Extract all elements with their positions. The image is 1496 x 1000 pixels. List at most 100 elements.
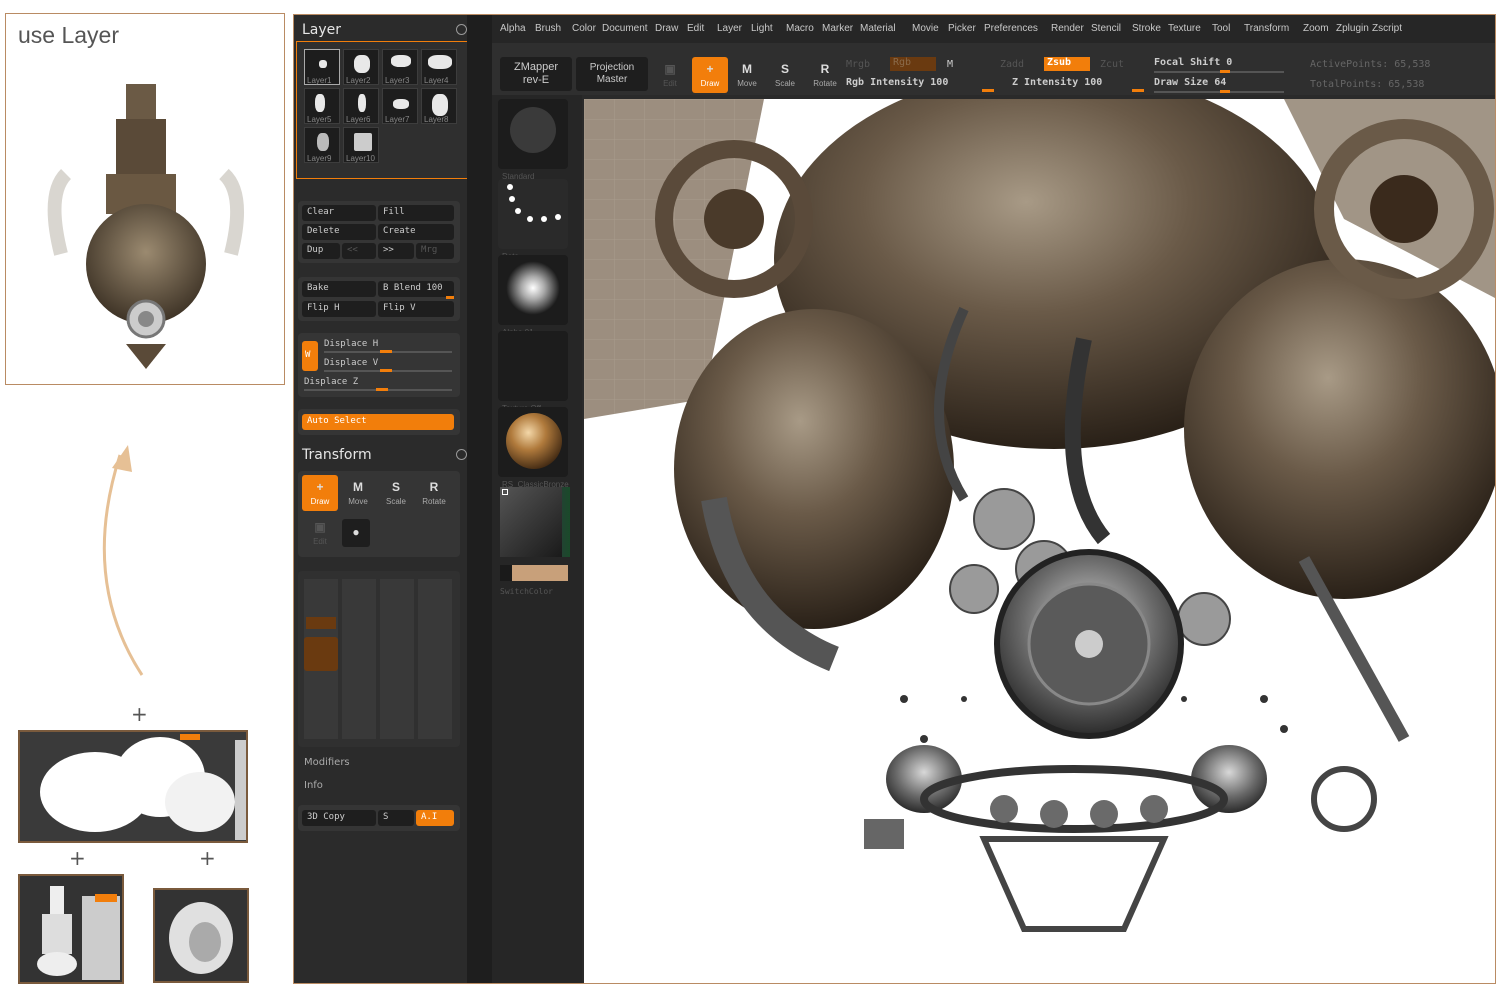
layer-cell[interactable]: Layer2 [343, 49, 379, 85]
scale-button[interactable]: S Scale [378, 475, 414, 511]
menu-item-material[interactable]: Material [860, 23, 896, 34]
color-picker-handle[interactable] [502, 489, 508, 495]
s-button[interactable]: S [378, 810, 414, 826]
prev-layer-button[interactable]: << [342, 243, 376, 259]
menu-item-macro[interactable]: Macro [786, 23, 814, 34]
menu-item-zplugin[interactable]: Zplugin [1336, 23, 1369, 34]
edit-button[interactable]: ▣ Edit [302, 515, 338, 551]
menu-item-zscript[interactable]: Zscript [1372, 23, 1402, 34]
menu-item-layer[interactable]: Layer [717, 23, 742, 34]
ai-button[interactable]: A.I [416, 810, 454, 826]
menu-item-transform[interactable]: Transform [1244, 23, 1289, 34]
draw-size-slider[interactable]: Draw Size 64 [1154, 77, 1226, 88]
layer-cell[interactable]: Layer3 [382, 49, 418, 85]
menu-item-render[interactable]: Render [1051, 23, 1084, 34]
snapshot-button[interactable]: ● [342, 519, 370, 547]
menu-item-tool[interactable]: Tool [1212, 23, 1230, 34]
layer-cell[interactable]: Layer10 [343, 127, 379, 163]
zadd-toggle[interactable]: Zadd [1000, 59, 1024, 70]
info-section[interactable]: Info [304, 780, 323, 791]
auto-select-button[interactable]: Auto Select [302, 414, 454, 430]
clear-button[interactable]: Clear [302, 205, 376, 221]
focal-shift-slider[interactable]: Focal Shift 0 [1154, 57, 1232, 68]
create-button[interactable]: Create [378, 224, 454, 240]
layer-cell[interactable]: Layer7 [382, 88, 418, 124]
edit-mode-button[interactable]: ▣ Edit [652, 57, 688, 93]
rotate-mode-button[interactable]: R Rotate [807, 57, 843, 93]
material-tile[interactable]: RS_ClassicBronze [498, 407, 569, 489]
move-mode-button[interactable]: M Move [729, 57, 765, 93]
scale-mode-button[interactable]: S Scale [767, 57, 803, 93]
layer-cell[interactable]: Layer6 [343, 88, 379, 124]
next-layer-button[interactable]: >> [378, 243, 414, 259]
menu-item-stencil[interactable]: Stencil [1091, 23, 1121, 34]
alpha-tile[interactable]: Alpha 01 [498, 255, 568, 337]
menu-item-marker[interactable]: Marker [822, 23, 853, 34]
layer-cell[interactable]: Layer8 [421, 88, 457, 124]
texture-tile[interactable]: Texture Off [498, 331, 568, 413]
dup-button[interactable]: Dup [302, 243, 340, 259]
tray-divider[interactable] [467, 15, 492, 983]
flip-v-button[interactable]: Flip V [378, 301, 454, 317]
document-canvas[interactable] [584, 99, 1495, 983]
rotate-button[interactable]: R Rotate [416, 475, 452, 511]
menu-item-draw[interactable]: Draw [655, 23, 678, 34]
copy3d-button[interactable]: 3D Copy [302, 810, 376, 826]
rgb-intensity-knob[interactable] [982, 89, 994, 92]
menu-item-color[interactable]: Color [572, 23, 596, 34]
primary-color-swatch[interactable] [500, 565, 512, 581]
displace-v-knob[interactable] [380, 369, 392, 372]
focal-shift-knob[interactable] [1220, 70, 1230, 73]
standard-brush-tile[interactable]: Standard [498, 99, 568, 181]
layer-palette-title[interactable]: Layer [302, 22, 341, 38]
draw-size-knob[interactable] [1220, 90, 1230, 93]
focal-shift-track[interactable] [1154, 71, 1284, 73]
flip-h-button[interactable]: Flip H [302, 301, 376, 317]
menu-item-zoom[interactable]: Zoom [1303, 23, 1329, 34]
zsub-toggle[interactable]: Zsub [1044, 57, 1090, 71]
projection-master-button[interactable]: Projection Master [576, 57, 648, 91]
pin-icon[interactable] [456, 24, 467, 35]
menu-item-brush[interactable]: Brush [535, 23, 561, 34]
zcut-toggle[interactable]: Zcut [1100, 59, 1124, 70]
switch-color-button[interactable]: SwitchColor [500, 587, 553, 596]
fill-button[interactable]: Fill [378, 205, 454, 221]
layer-cell[interactable]: Layer4 [421, 49, 457, 85]
menu-item-preferences[interactable]: Preferences [984, 23, 1038, 34]
displace-h-knob[interactable] [380, 350, 392, 353]
mrgb-toggle[interactable]: Mrgb [846, 59, 870, 70]
menu-item-stroke[interactable]: Stroke [1132, 23, 1161, 34]
m-toggle[interactable]: M [947, 59, 953, 70]
color-picker[interactable] [500, 487, 570, 557]
menu-item-edit[interactable]: Edit [687, 23, 704, 34]
z-intensity-slider[interactable]: Z Intensity 100 [1012, 77, 1102, 88]
layer-cell[interactable]: Layer9 [304, 127, 340, 163]
move-button[interactable]: M Move [340, 475, 376, 511]
bake-button[interactable]: Bake [302, 281, 376, 297]
w-toggle[interactable]: W [302, 341, 318, 371]
displace-z-knob[interactable] [376, 388, 388, 391]
menu-item-alpha[interactable]: Alpha [500, 23, 526, 34]
menu-item-movie[interactable]: Movie [912, 23, 939, 34]
menu-item-texture[interactable]: Texture [1168, 23, 1201, 34]
menu-item-light[interactable]: Light [751, 23, 773, 34]
menu-item-document[interactable]: Document [602, 23, 648, 34]
rgb-intensity-slider[interactable]: Rgb Intensity 100 [846, 77, 948, 88]
dots-stroke-tile[interactable]: Dots [498, 179, 568, 261]
menu-item-picker[interactable]: Picker [948, 23, 976, 34]
draw-button[interactable]: + Draw [302, 475, 338, 511]
layer-cell[interactable]: Layer5 [304, 88, 340, 124]
transform-palette-title[interactable]: Transform [302, 447, 372, 463]
b-blend-slider[interactable]: B Blend 100 [378, 281, 454, 297]
draw-mode-button[interactable]: + Draw [692, 57, 728, 93]
secondary-color-swatch[interactable] [512, 565, 568, 581]
pin-icon[interactable] [456, 449, 467, 460]
modifiers-section[interactable]: Modifiers [304, 757, 350, 768]
z-intensity-knob[interactable] [1132, 89, 1144, 92]
draw-size-track[interactable] [1154, 91, 1284, 93]
zmapper-button[interactable]: ZMapper rev-E [500, 57, 572, 91]
layer-cell[interactable]: Layer1 [304, 49, 340, 85]
rgb-toggle[interactable]: Rgb [890, 57, 936, 71]
delete-button[interactable]: Delete [302, 224, 376, 240]
merge-button[interactable]: Mrg [416, 243, 454, 259]
